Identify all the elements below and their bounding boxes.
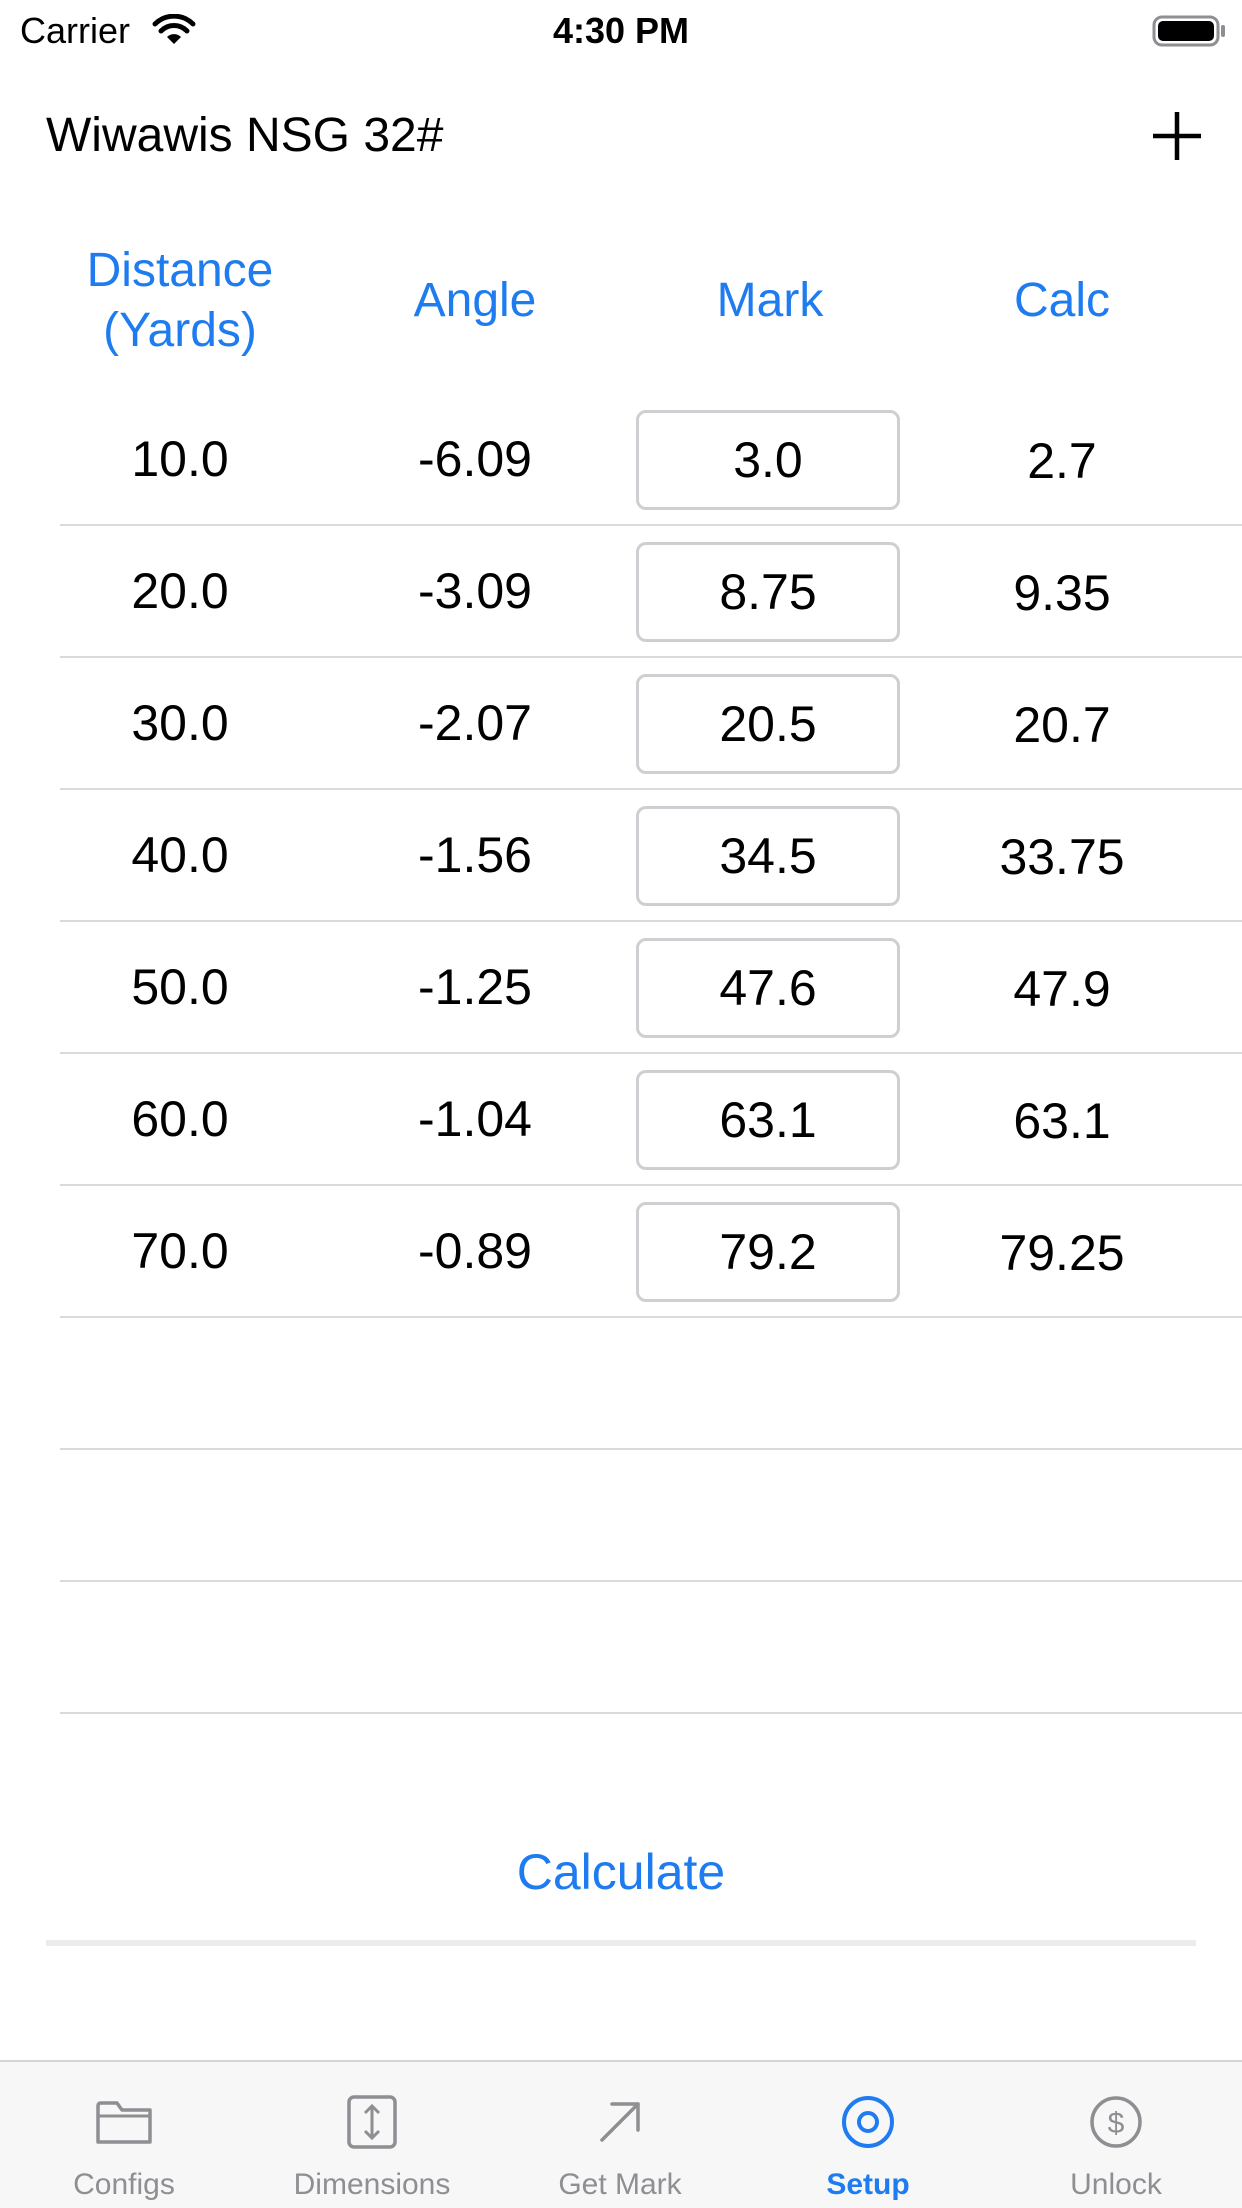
angle-cell: -3.09 — [418, 563, 532, 619]
table-row: 50.0 -1.25 47.9 — [60, 922, 1242, 1054]
arrow-up-right-icon — [600, 2102, 640, 2142]
table-row: 60.0 -1.04 63.1 — [60, 1054, 1242, 1186]
calc-cell: 79.25 — [999, 1225, 1125, 1281]
distance-cell: 60.0 — [131, 1091, 229, 1147]
angle-cell: -1.56 — [418, 827, 532, 883]
table-row: 10.0 -6.09 2.7 — [60, 394, 1242, 526]
calc-cell: 47.9 — [1013, 961, 1111, 1017]
mark-input[interactable] — [636, 674, 900, 774]
table-row: 70.0 -0.89 79.25 — [60, 1186, 1242, 1318]
angle-cell: -1.25 — [418, 959, 532, 1015]
angle-cell: -2.07 — [418, 695, 532, 751]
angle-cell: -1.04 — [418, 1091, 532, 1147]
column-header-mark[interactable]: Mark — [620, 236, 920, 366]
column-header-distance[interactable]: Distance (Yards) — [30, 236, 330, 366]
table-row: 20.0 -3.09 9.35 — [60, 526, 1242, 658]
column-header-calc[interactable]: Calc — [912, 236, 1212, 366]
distance-cell: 10.0 — [131, 431, 229, 487]
sight-marks-table: 10.0 -6.09 2.7 20.0 -3.09 9.35 30.0 -2.0… — [0, 394, 1242, 1714]
folder-icon — [96, 2101, 152, 2144]
column-header-angle[interactable]: Angle — [325, 236, 625, 366]
plus-icon[interactable] — [1150, 106, 1204, 166]
empty-table-row[interactable] — [60, 1582, 1242, 1714]
divider — [46, 1940, 1196, 1946]
target-icon — [842, 2096, 894, 2148]
tab-dimensions[interactable]: Dimensions — [248, 2062, 496, 2208]
column-header-distance-label: Distance — [86, 244, 274, 297]
mark-input[interactable] — [636, 542, 900, 642]
calc-cell: 20.7 — [1013, 697, 1111, 753]
tab-setup-label: Setup — [826, 2168, 910, 2201]
resize-vertical-icon — [347, 2095, 397, 2149]
distance-cell: 50.0 — [131, 959, 229, 1015]
calc-cell: 63.1 — [1013, 1093, 1111, 1149]
table-row: 40.0 -1.56 33.75 — [60, 790, 1242, 922]
empty-table-row[interactable] — [60, 1318, 1242, 1450]
angle-cell: -6.09 — [418, 431, 532, 487]
calc-cell: 2.7 — [1027, 433, 1097, 489]
mark-input[interactable] — [636, 1202, 900, 1302]
tab-configs[interactable]: Configs — [0, 2062, 248, 2208]
dollar-icon: $ — [1090, 2096, 1142, 2148]
distance-cell: 40.0 — [131, 827, 229, 883]
table-row: 30.0 -2.07 20.7 — [60, 658, 1242, 790]
calculate-button[interactable]: Calculate — [0, 1842, 1242, 1902]
mark-input[interactable] — [636, 410, 900, 510]
tab-get-mark-label: Get Mark — [558, 2168, 682, 2201]
tab-bar: Configs Dimensions Get Mark Setup $ Unlo… — [0, 2060, 1242, 2208]
empty-table-row[interactable] — [60, 1450, 1242, 1582]
tab-dimensions-label: Dimensions — [293, 2168, 451, 2201]
tab-unlock[interactable]: $ Unlock — [992, 2062, 1240, 2208]
status-time: 4:30 PM — [552, 10, 690, 51]
mark-input[interactable] — [636, 1070, 900, 1170]
distance-cell: 30.0 — [131, 695, 229, 751]
page-title: Wiwawis NSG 32# — [46, 109, 444, 162]
tab-setup[interactable]: Setup — [744, 2062, 992, 2208]
battery-icon — [1152, 15, 1225, 47]
column-header-distance-unit: (Yards) — [103, 304, 257, 357]
tab-get-mark[interactable]: Get Mark — [496, 2062, 744, 2208]
distance-cell: 70.0 — [131, 1223, 229, 1279]
mark-input[interactable] — [636, 806, 900, 906]
angle-cell: -0.89 — [418, 1223, 532, 1279]
svg-text:$: $ — [1108, 2107, 1125, 2140]
tab-configs-label: Configs — [73, 2168, 175, 2201]
distance-cell: 20.0 — [131, 563, 229, 619]
calc-cell: 9.35 — [1013, 565, 1111, 621]
status-bar: Carrier 4:30 PM — [0, 0, 1242, 62]
calc-cell: 33.75 — [999, 829, 1125, 885]
mark-input[interactable] — [636, 938, 900, 1038]
tab-unlock-label: Unlock — [1070, 2168, 1162, 2201]
